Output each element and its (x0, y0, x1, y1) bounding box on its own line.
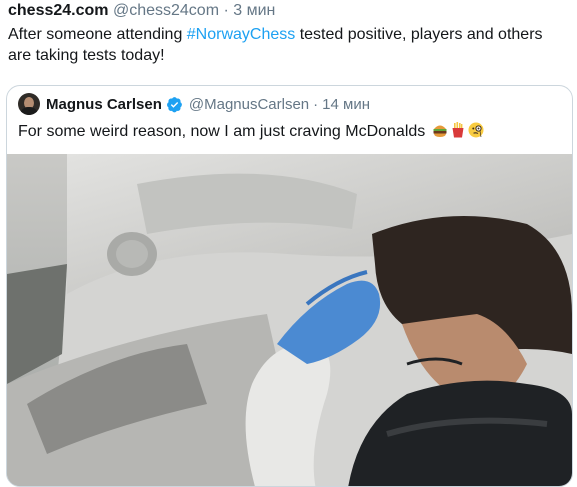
quoted-tweet-text: For some weird reason, now I am just cra… (18, 122, 484, 142)
hashtag-link[interactable]: #NorwayChess (187, 26, 295, 43)
hamburger-emoji-icon (432, 122, 448, 138)
author-name[interactable]: chess24.com (8, 2, 109, 19)
quoted-tweet[interactable]: Magnus Carlsen @MagnusCarlsen · 14 мин F… (6, 85, 573, 487)
tweet-text-part: After someone attending (8, 26, 187, 43)
quoted-timestamp[interactable]: 14 мин (322, 96, 370, 113)
quoted-author-handle[interactable]: @MagnusCarlsen (189, 96, 309, 113)
tweet[interactable]: chess24.com @chess24com · 3 мин After so… (0, 0, 577, 487)
quoted-author-name[interactable]: Magnus Carlsen (46, 96, 162, 113)
quoted-text: For some weird reason, now I am just cra… (18, 123, 426, 140)
tweet-timestamp[interactable]: 3 мин (233, 2, 275, 19)
tweet-photo[interactable] (7, 154, 572, 486)
avatar[interactable] (18, 93, 40, 115)
separator-dot: · (223, 2, 229, 19)
tweet-header: chess24.com @chess24com · 3 мин (8, 1, 275, 21)
face-with-monocle-emoji-icon (468, 122, 484, 138)
verified-badge-icon (166, 96, 183, 113)
french-fries-emoji-icon (450, 122, 466, 138)
separator-dot: · (313, 95, 319, 113)
tweet-text: After someone attending #NorwayChess tes… (8, 24, 568, 66)
author-handle[interactable]: @chess24com (113, 2, 219, 19)
quoted-tweet-header: Magnus Carlsen @MagnusCarlsen · 14 мин (18, 93, 370, 115)
